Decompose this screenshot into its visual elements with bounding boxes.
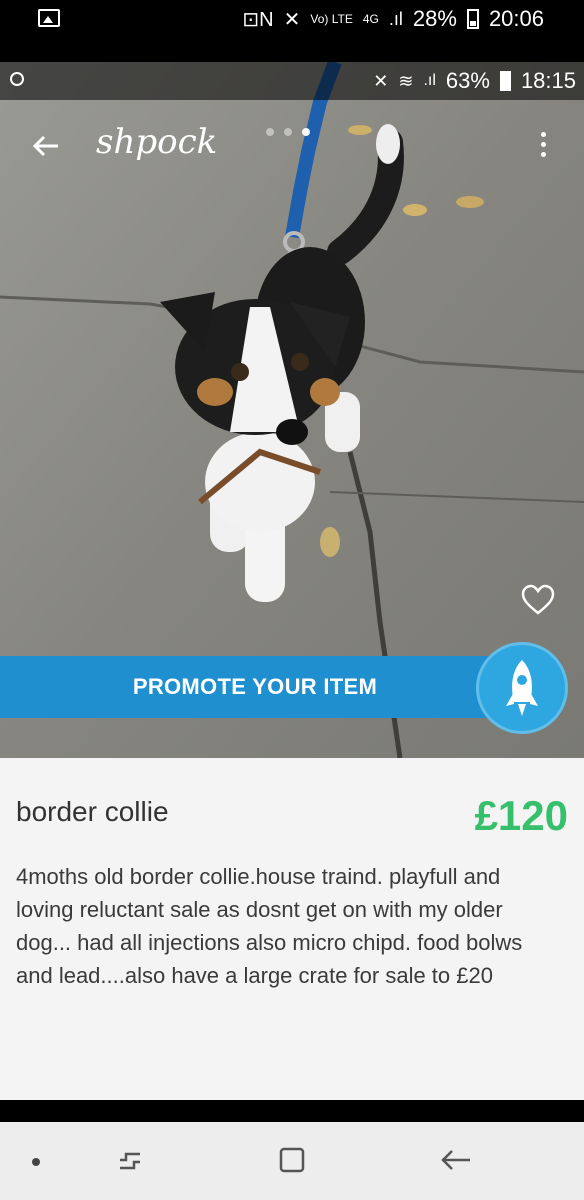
app-bar: shpock: [0, 110, 584, 180]
battery-percent: 63%: [445, 68, 490, 93]
pager-dot: [266, 128, 274, 136]
battery-percent: 28%: [412, 6, 457, 31]
home-icon[interactable]: [278, 1146, 306, 1174]
photo-pager: [266, 128, 310, 136]
listing-details: border collie £120 4moths old border col…: [0, 758, 584, 1100]
promote-label: PROMOTE YOUR ITEM: [132, 674, 378, 699]
signal-icon: .ıl: [423, 72, 436, 89]
app-logo: shpock: [96, 122, 218, 162]
signal-icon: .ıl: [388, 8, 403, 29]
listing-price: £120: [474, 792, 568, 839]
pager-dot: [284, 128, 292, 136]
mute-icon: ✕: [373, 70, 389, 91]
network-label: Vo) LTE: [310, 12, 353, 26]
camera-icon: [10, 72, 24, 86]
system-nav-bar: [0, 1122, 584, 1200]
listing-description: 4moths old border collie.house traind. p…: [16, 864, 523, 988]
wifi-icon: ≋: [398, 70, 414, 91]
divider-bar: [0, 1100, 584, 1122]
rocket-icon: [506, 660, 538, 716]
clock: 20:06: [488, 6, 544, 31]
nav-dot-icon[interactable]: [32, 1158, 40, 1166]
clock: 18:15: [520, 68, 576, 93]
battery-icon: [466, 9, 479, 29]
pager-dot-active: [302, 128, 310, 136]
promote-rocket-button[interactable]: [476, 642, 568, 734]
outer-status-bar: ⊡N ✕ Vo) LTE 4G .ıl 28% 20:06: [0, 0, 584, 40]
nfc-icon: ⊡N: [242, 8, 274, 31]
promote-item-button[interactable]: PROMOTE YOUR ITEM: [0, 656, 510, 718]
nav-back-icon[interactable]: [440, 1148, 472, 1172]
listing-title: border collie: [16, 796, 169, 827]
mute-icon: ✕: [283, 8, 301, 31]
image-icon: [38, 9, 60, 27]
recent-apps-icon[interactable]: [116, 1146, 144, 1174]
network-gen: 4G: [362, 12, 379, 26]
more-icon[interactable]: [538, 132, 550, 172]
heart-icon[interactable]: [520, 584, 556, 616]
back-arrow-icon[interactable]: [30, 130, 62, 162]
inner-status-bar: ✕ ≋ .ıl 63% 18:15: [0, 62, 584, 100]
battery-icon: [499, 71, 511, 91]
